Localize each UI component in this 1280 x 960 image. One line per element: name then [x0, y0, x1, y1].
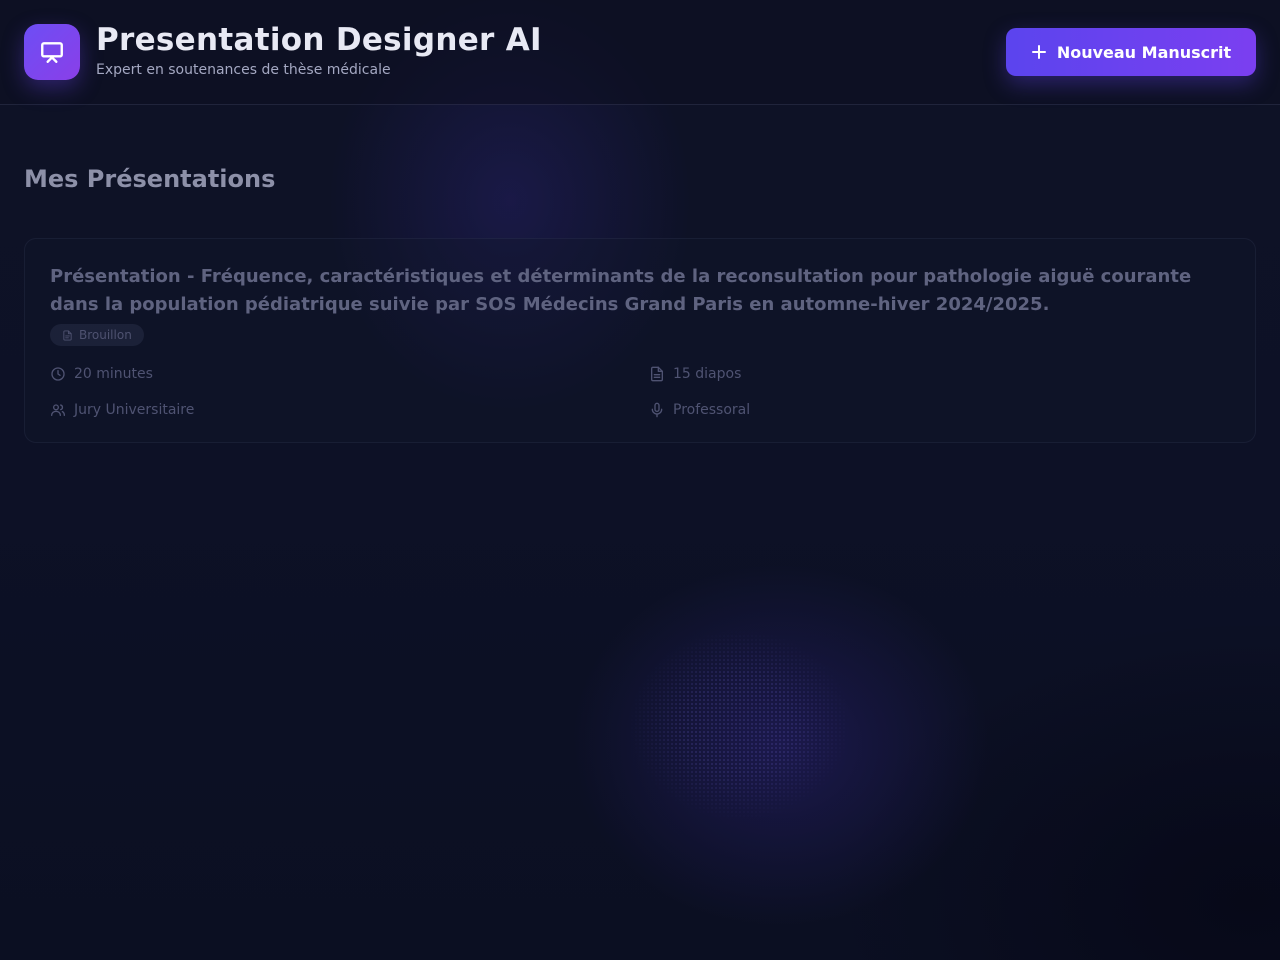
clock-icon [51, 367, 65, 381]
presentation-title: Présentation - Fréquence, caractéristiqu… [50, 266, 1192, 315]
plus-icon [1031, 45, 1046, 59]
audience-meta: Jury Universitaire [50, 402, 194, 418]
app-subtitle: Expert en soutenances de thèse médicale [96, 62, 391, 78]
status-badge: Brouillon [50, 324, 144, 346]
tone-meta: Professoral [649, 402, 750, 418]
duration-label: 20 minutes [74, 366, 153, 382]
audience-label: Jury Universitaire [74, 402, 195, 418]
duration-meta: 20 minutes [50, 366, 153, 382]
section-title: Mes Présentations [24, 165, 276, 193]
app-title: Presentation Designer AI [96, 22, 542, 58]
new-manuscript-button[interactable]: Nouveau Manuscrit [1006, 28, 1256, 76]
status-label: Brouillon [79, 328, 132, 342]
users-icon [51, 404, 65, 416]
slides-label: 15 diapos [673, 366, 742, 382]
background-dot-pattern [630, 630, 850, 820]
microphone-icon [651, 402, 663, 418]
tone-label: Professoral [673, 402, 751, 418]
new-manuscript-label: Nouveau Manuscrit [1056, 42, 1232, 62]
file-icon [63, 329, 72, 341]
app-logo [24, 24, 80, 80]
slides-meta: 15 diapos [649, 366, 741, 382]
presentation-board-icon [41, 42, 63, 63]
document-icon [651, 366, 663, 382]
app-header: Presentation Designer AI Expert en soute… [0, 0, 1280, 105]
presentation-card[interactable]: Présentation - Fréquence, caractéristiqu… [24, 238, 1256, 443]
